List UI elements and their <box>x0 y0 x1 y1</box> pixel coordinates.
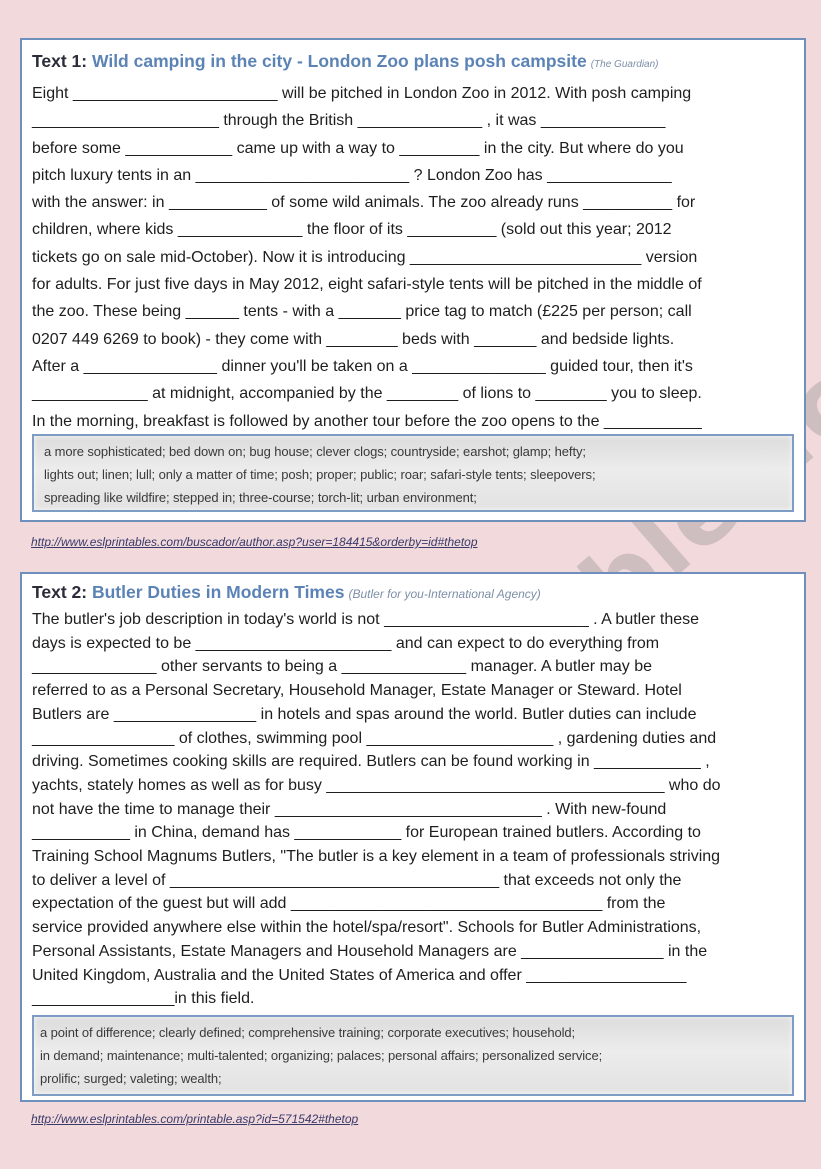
text-line: Butlers are ________________ in hotels a… <box>32 705 697 723</box>
text2-label: Text 2: <box>32 582 92 602</box>
text-line: ___________ in China, demand has _______… <box>32 824 701 842</box>
text-line: tickets go on sale mid-October). Now it … <box>32 248 698 266</box>
text2-title: Text 2: Butler Duties in Modern Times (Bu… <box>32 580 804 606</box>
text-line: pitch luxury tents in an _______________… <box>32 166 672 184</box>
text2-source: (Butler for you-International Agency) <box>348 587 541 601</box>
word-bank-line: in demand; maintenance; multi-talented; … <box>40 1048 603 1063</box>
text1-section: Text 1: Wild camping in the city - Londo… <box>20 38 806 522</box>
text-line: The butler's job description in today's … <box>32 611 700 628</box>
text-line: Training School Magnums Butlers, "The bu… <box>32 848 721 866</box>
text-line: expectation of the guest but will add __… <box>32 895 666 913</box>
text-line: with the answer: in ___________ of some … <box>32 194 696 212</box>
text1-title: Text 1: Wild camping in the city - Londo… <box>32 48 804 78</box>
text-line: children, where kids ______________ the … <box>32 221 672 239</box>
text1-headline: Wild camping in the city - London Zoo pl… <box>91 51 587 71</box>
printable-link[interactable]: http://www.eslprintables.com/printable.a… <box>31 1112 358 1126</box>
text-line: referred to as a Personal Secretary, Hou… <box>32 682 682 700</box>
text-line: to deliver a level of __________________… <box>32 871 682 889</box>
word-bank-line: spreading like wildfire; stepped in; thr… <box>44 490 477 505</box>
text-line: United Kingdom, Australia and the United… <box>32 966 687 984</box>
text-line: _____________________ through the Britis… <box>32 112 666 130</box>
text-line: yachts, stately homes as well as for bus… <box>32 776 721 794</box>
text-line: ________________ of clothes, swimming po… <box>32 729 717 747</box>
text1-label: Text 1: <box>32 51 92 71</box>
text-line: Eight _______________________ will be pi… <box>32 85 692 102</box>
author-link[interactable]: http://www.eslprintables.com/buscador/au… <box>31 535 478 549</box>
text-line: for adults. For just five days in May 20… <box>32 276 702 294</box>
text2-word-bank: a point of difference; clearly defined; … <box>32 1015 794 1096</box>
text-line: service provided anywhere else within th… <box>32 919 702 937</box>
text-line: not have the time to manage their ______… <box>32 800 667 818</box>
text-line: ______________ other servants to being a… <box>32 658 653 676</box>
word-bank-line: prolific; surged; valeting; wealth; <box>40 1071 222 1086</box>
text-line: _____________ at midnight, accompanied b… <box>32 385 702 403</box>
text2-body: The butler's job description in today's … <box>32 608 804 1011</box>
text-line: before some ____________ came up with a … <box>32 139 684 157</box>
text-line: driving. Sometimes cooking skills are re… <box>32 753 710 771</box>
text-line: the zoo. These being ______ tents - with… <box>32 303 692 321</box>
text-line: In the morning, breakfast is followed by… <box>32 412 702 430</box>
text-line: After a _______________ dinner you'll be… <box>32 357 693 375</box>
text-line: 0207 449 6269 to book) - they come with … <box>32 330 675 348</box>
text1-source: (The Guardian) <box>590 59 659 70</box>
text2-headline: Butler Duties in Modern Times <box>91 582 345 602</box>
text2-section: Text 2: Butler Duties in Modern Times (Bu… <box>20 572 806 1102</box>
text-line: days is expected to be _________________… <box>32 634 660 652</box>
word-bank-line: a more sophisticated; bed down on; bug h… <box>44 444 586 459</box>
word-bank-line: lights out; linen; lull; only a matter o… <box>44 467 596 482</box>
text-line: ________________in this field. <box>32 990 255 1008</box>
word-bank-line: a point of difference; clearly defined; … <box>40 1025 576 1040</box>
text1-word-bank: a more sophisticated; bed down on; bug h… <box>32 434 794 512</box>
text-line: Personal Assistants, Estate Managers and… <box>32 942 708 960</box>
text1-body: Eight _______________________ will be pi… <box>32 80 804 435</box>
